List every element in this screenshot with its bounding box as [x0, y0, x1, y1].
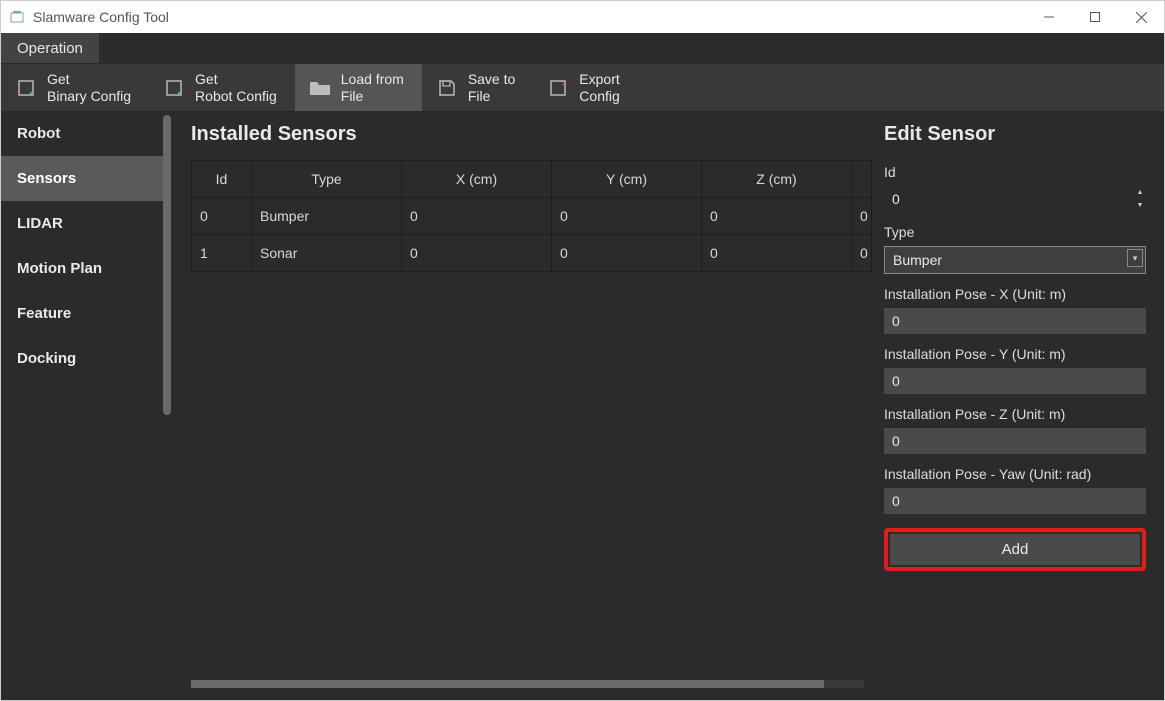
table-header-row: Id Type X (cm) Y (cm) Z (cm)	[192, 161, 872, 198]
toolbar-label: Get	[47, 71, 131, 88]
pose-z-input[interactable]	[884, 428, 1146, 454]
sidebar-scrollbar[interactable]	[163, 115, 171, 415]
id-label: Id	[884, 164, 1146, 180]
sidebar: Robot Sensors LIDAR Motion Plan Feature …	[1, 111, 171, 700]
get-robot-config-button[interactable]: Get Robot Config	[149, 64, 295, 111]
save-icon	[436, 77, 458, 99]
type-label: Type	[884, 224, 1146, 240]
app-window: Slamware Config Tool Operation Get Binar…	[0, 0, 1165, 701]
download-icon	[163, 77, 185, 99]
pose-yaw-input[interactable]	[884, 488, 1146, 514]
maximize-button[interactable]	[1072, 1, 1118, 33]
toolbar-label: File	[341, 88, 404, 105]
toolbar: Get Binary Config Get Robot Config Load …	[1, 63, 1164, 111]
load-from-file-button[interactable]: Load from File	[295, 64, 422, 111]
cell-extra: 0	[852, 235, 872, 272]
save-to-file-button[interactable]: Save to File	[422, 64, 533, 111]
installed-sensors-title: Installed Sensors	[191, 123, 864, 146]
toolbar-label: Export	[579, 71, 619, 88]
sidebar-item-lidar[interactable]: LIDAR	[1, 201, 171, 246]
toolbar-label: Robot Config	[195, 88, 277, 105]
folder-icon	[309, 77, 331, 99]
toolbar-label: Save to	[468, 71, 515, 88]
cell-y: 0	[552, 198, 702, 235]
col-z[interactable]: Z (cm)	[702, 161, 852, 198]
pose-z-label: Installation Pose - Z (Unit: m)	[884, 406, 1146, 422]
sidebar-item-docking[interactable]: Docking	[1, 336, 171, 381]
horizontal-scrollbar[interactable]	[191, 680, 864, 688]
col-x[interactable]: X (cm)	[402, 161, 552, 198]
edit-sensor-title: Edit Sensor	[884, 123, 1146, 146]
cell-type: Sonar	[252, 235, 402, 272]
toolbar-label: Config	[579, 88, 619, 105]
col-extra[interactable]	[852, 161, 872, 198]
pose-y-label: Installation Pose - Y (Unit: m)	[884, 346, 1146, 362]
col-type[interactable]: Type	[252, 161, 402, 198]
minimize-button[interactable]	[1026, 1, 1072, 33]
cell-x: 0	[402, 198, 552, 235]
main-area: Robot Sensors LIDAR Motion Plan Feature …	[1, 111, 1164, 700]
pose-x-input[interactable]	[884, 308, 1146, 334]
cell-z: 0	[702, 198, 852, 235]
id-spinner[interactable]: ▲▼	[1134, 186, 1146, 212]
id-input[interactable]	[884, 186, 1146, 212]
export-config-button[interactable]: Export Config	[533, 64, 637, 111]
menu-bar: Operation	[1, 33, 1164, 63]
cell-z: 0	[702, 235, 852, 272]
sidebar-item-feature[interactable]: Feature	[1, 291, 171, 336]
add-button-highlight: Add	[884, 528, 1146, 571]
titlebar: Slamware Config Tool	[1, 1, 1164, 33]
col-y[interactable]: Y (cm)	[552, 161, 702, 198]
cell-x: 0	[402, 235, 552, 272]
pose-y-input[interactable]	[884, 368, 1146, 394]
type-select[interactable]: Bumper	[884, 246, 1146, 274]
toolbar-label: Load from	[341, 71, 404, 88]
window-title: Slamware Config Tool	[33, 9, 169, 25]
pose-yaw-label: Installation Pose - Yaw (Unit: rad)	[884, 466, 1146, 482]
cell-type: Bumper	[252, 198, 402, 235]
installed-sensors-panel: Installed Sensors Id Type X (cm) Y (cm) …	[171, 111, 874, 700]
cell-y: 0	[552, 235, 702, 272]
table-row[interactable]: 0 Bumper 0 0 0 0	[192, 198, 872, 235]
close-button[interactable]	[1118, 1, 1164, 33]
toolbar-label: Get	[195, 71, 277, 88]
edit-sensor-panel: Edit Sensor Id ▲▼ Type Bumper ▾ Installa…	[874, 111, 1164, 700]
download-icon	[15, 77, 37, 99]
cell-id: 1	[192, 235, 252, 272]
add-button[interactable]: Add	[890, 534, 1140, 565]
upload-icon	[547, 77, 569, 99]
cell-extra: 0	[852, 198, 872, 235]
col-id[interactable]: Id	[192, 161, 252, 198]
table-row[interactable]: 1 Sonar 0 0 0 0	[192, 235, 872, 272]
sidebar-item-motion-plan[interactable]: Motion Plan	[1, 246, 171, 291]
pose-x-label: Installation Pose - X (Unit: m)	[884, 286, 1146, 302]
menu-operation[interactable]: Operation	[1, 33, 99, 63]
cell-id: 0	[192, 198, 252, 235]
get-binary-config-button[interactable]: Get Binary Config	[1, 64, 149, 111]
app-icon	[9, 9, 25, 25]
sidebar-item-robot[interactable]: Robot	[1, 111, 171, 156]
toolbar-label: File	[468, 88, 515, 105]
sidebar-item-sensors[interactable]: Sensors	[1, 156, 171, 201]
sensors-table: Id Type X (cm) Y (cm) Z (cm) 0 Bumper 0 …	[191, 160, 872, 272]
toolbar-label: Binary Config	[47, 88, 131, 105]
